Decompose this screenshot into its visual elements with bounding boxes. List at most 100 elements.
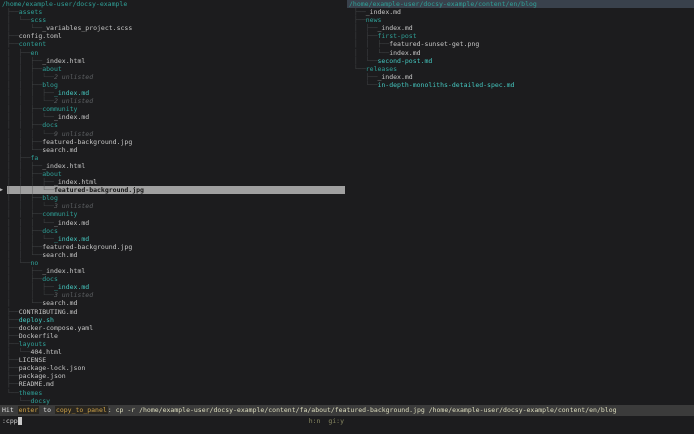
tree-row[interactable]: ▶│ │ │ ├──_index.md <box>7 89 345 97</box>
command-input[interactable]: :cpp h:n gi:y <box>0 416 694 427</box>
tree-branch-lines: │ │ └── <box>7 145 43 154</box>
tree-row[interactable]: ▶└──releases <box>354 65 692 73</box>
tree-branch-lines: │ └── <box>7 16 31 25</box>
tree-row[interactable]: ▶ └──in-depth-monoliths-detailed-spec.md <box>354 81 692 89</box>
tree-row[interactable]: ▶│ │ ├──featured-background.jpg <box>7 243 345 251</box>
tree-branch-lines: │ └── <box>7 259 31 267</box>
tree-branch-lines: │ │ ├── <box>7 169 43 178</box>
tree-row[interactable]: ▶│ │ ├──docs <box>7 121 345 129</box>
tree-entry-name: 404.html <box>30 348 62 357</box>
tree-branch-lines: ├── <box>7 331 19 340</box>
tree-row[interactable]: ▶ ├──_index.md <box>354 73 692 81</box>
tree-row[interactable]: ▶├──content <box>7 40 345 48</box>
tree-row[interactable]: ▶ └──docsy <box>7 397 345 405</box>
tree-branch-lines: │ └── <box>354 56 378 65</box>
tree-entry-name: community <box>42 210 78 219</box>
tree-row[interactable]: ▶│ │ │ └──2 unlisted <box>7 73 345 81</box>
tree-branch-lines: └── <box>7 396 31 405</box>
tree-branch-lines: └── <box>354 80 378 89</box>
tree-row[interactable]: ▶│ │ ├──featured-sunset-get.png <box>354 40 692 48</box>
tree-branch-lines: │ │ │ └── <box>7 129 54 138</box>
tree-row[interactable]: ▶│ ├──en <box>7 49 345 57</box>
tree-branch-lines: │ ├── <box>7 48 31 57</box>
tree-entry-name: fa <box>30 153 39 162</box>
tree-row[interactable]: ▶│ │ ├──about <box>7 65 345 73</box>
tree-row[interactable]: ▶│ │ ├──about <box>7 170 345 178</box>
tree-entry-name: featured-sunset-get.png <box>389 40 480 49</box>
tree-branch-lines: ├── <box>7 323 19 332</box>
tree-branch-lines: │ │ │ └── <box>7 234 54 243</box>
tree-entry-name: _index.html <box>42 267 86 276</box>
tree-entry-name: featured-background.jpg <box>42 242 133 251</box>
selection-arrow-icon: ▶ <box>0 187 4 194</box>
tree-entry-name: 2 unlisted <box>53 72 94 81</box>
tree-row[interactable]: ▶│ │ │ ├──_index.html <box>7 178 345 186</box>
tree-row[interactable]: ▶│ └──no <box>7 259 345 267</box>
tree-row[interactable]: ▶│ │ │ └──2 unlisted <box>7 97 345 105</box>
tree-row[interactable]: ▶├──README.md <box>7 380 345 388</box>
tree-branch-lines: │ ├── <box>7 153 31 162</box>
tree-row[interactable]: ▶│ │ ├──featured-background.jpg <box>7 138 345 146</box>
tree-row[interactable]: ▶│ │ ├──_index.html <box>7 162 345 170</box>
tree-entry-name: _index.md <box>53 218 90 227</box>
tree-row[interactable]: ▶├──CONTRIBUTING.md <box>7 308 345 316</box>
tree-panel-left: /home/example-user/docsy-example ▶├──ass… <box>0 0 347 405</box>
right-root-path[interactable]: /home/example-user/docsy-example/content… <box>347 0 694 9</box>
tree-row[interactable]: ▶├──assets <box>7 8 345 16</box>
tree-row[interactable]: ▶├──deploy.sh <box>7 316 345 324</box>
left-root-path[interactable]: /home/example-user/docsy-example <box>0 0 347 8</box>
tree-entry-name: scss <box>30 16 47 25</box>
tree-row[interactable]: ▶├──package.json <box>7 372 345 380</box>
tree-entry-name: _index.html <box>42 161 86 170</box>
tree-row[interactable]: ▶│ └──404.html <box>7 348 345 356</box>
tree-row[interactable]: ▶│ │ └──search.md <box>7 251 345 259</box>
tree-row[interactable]: ▶├──config.toml <box>7 32 345 40</box>
tree-panel-right: /home/example-user/docsy-example/content… <box>347 0 694 405</box>
tree-row[interactable]: ▶│ └──second-post.md <box>354 57 692 65</box>
tree-row[interactable]: ▶│ │ ├──blog <box>7 81 345 89</box>
tree-branch-lines: │ │ ├── <box>7 242 43 251</box>
tree-row[interactable]: ▶│ │ ├──docs <box>7 227 345 235</box>
tree-branch-lines: ├── <box>7 307 19 316</box>
tree-branch-lines: │ │ └── <box>354 48 390 57</box>
tree-row[interactable]: ▶└──themes <box>7 389 345 397</box>
tree-row[interactable]: ▶│ │ │ └──_index.md <box>7 235 345 243</box>
tree-row[interactable]: ▶├──LICENSE <box>7 356 345 364</box>
tree-entry-name: featured-background.jpg <box>42 137 133 146</box>
tree-branch-lines: ├── <box>354 72 378 81</box>
tree-entry-name: about <box>42 169 62 178</box>
tree-row[interactable]: ▶├──Dockerfile <box>7 332 345 340</box>
tree-entry-name: _index.md <box>365 8 401 17</box>
tree-entry-name: no <box>30 259 39 267</box>
tree-entry-name: news <box>365 16 382 25</box>
tree-entry-name: _index.md <box>377 72 413 81</box>
tree-entry-name: CONTRIBUTING.md <box>18 307 78 316</box>
tree-branch-lines: │ ├── <box>7 275 43 284</box>
tree-branch-lines: │ │ ├── <box>7 161 43 170</box>
tree-row[interactable]: ▶│ ├──fa <box>7 154 345 162</box>
tree-row[interactable]: ▶│ │ └──index.md <box>354 49 692 57</box>
tree-row[interactable]: ▶│ │ ├──_index.html <box>7 57 345 65</box>
tree-branch-lines: │ │ │ └── <box>7 218 54 227</box>
tree-branch-lines: ├── <box>7 8 19 17</box>
tree-row[interactable]: ▶│ └──search.md <box>7 299 345 307</box>
tree-branch-lines: ├── <box>7 356 19 365</box>
tree-row[interactable]: ▶│ │ │ └──_index.md <box>7 219 345 227</box>
tree-row[interactable]: ▶├──_index.md <box>354 8 692 16</box>
tree-entry-name: _index.md <box>53 113 90 122</box>
tree-row[interactable]: ▶│ ├──_index.html <box>7 267 345 275</box>
tree-entry-name: _index.html <box>53 178 98 187</box>
tree-row[interactable]: ▶│ │ │ └──9 unlisted <box>7 130 345 138</box>
right-file-tree: ▶├──_index.md▶├──news▶│ ├──_index.md▶│ ├… <box>354 8 692 89</box>
tree-entry-name: 9 unlisted <box>53 129 94 138</box>
tree-entry-name: layouts <box>18 339 47 348</box>
tree-row[interactable]: ▶│ │ ├──community <box>7 210 345 218</box>
tree-branch-lines: │ │ └── <box>7 250 43 259</box>
tree-row[interactable]: ▶├──docker-compose.yaml <box>7 324 345 332</box>
command-preview: : cp -r /home/example-user/docsy-example… <box>107 406 617 414</box>
tree-row[interactable]: ▶│ │ └──search.md <box>7 146 345 154</box>
tree-entry-name: themes <box>18 388 43 397</box>
tree-entry-name: LICENSE <box>18 356 47 365</box>
tree-row[interactable]: ▶├──layouts <box>7 340 345 348</box>
tree-entry-name: 2 unlisted <box>53 97 94 106</box>
